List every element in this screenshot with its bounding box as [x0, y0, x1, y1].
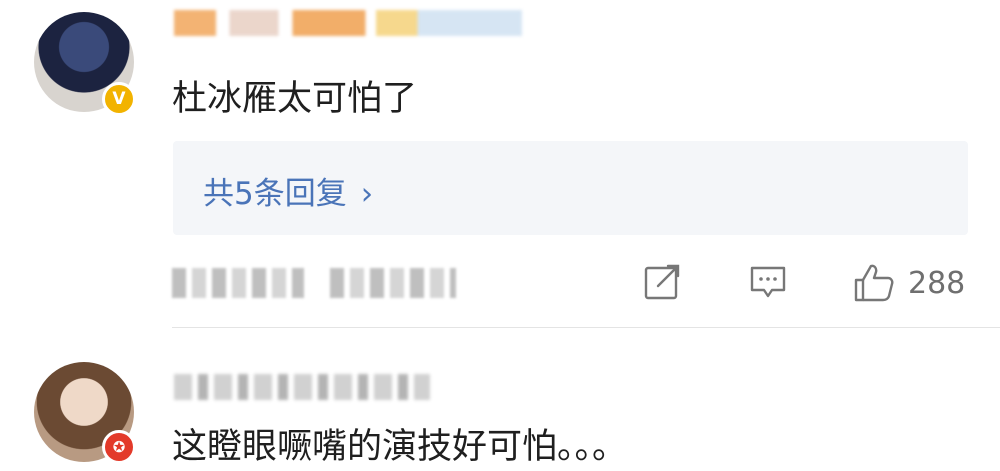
username-blurred[interactable] [174, 10, 522, 36]
comment-text: 杜冰雁太可怕了 [172, 79, 418, 119]
replies-label: 共5条回复 [203, 176, 347, 212]
like-icon [854, 264, 894, 302]
location-blurred [330, 268, 456, 298]
member-badge-icon: ✪ [102, 430, 136, 464]
username-blurred[interactable] [174, 374, 430, 400]
chevron-right-icon: › [360, 176, 374, 212]
replies-box[interactable]: 共5条回复 › [173, 141, 968, 235]
like-button[interactable]: 288 [852, 262, 965, 304]
share-icon [644, 264, 680, 300]
divider [172, 327, 1000, 328]
comment-icon [750, 266, 786, 298]
reply-button[interactable] [748, 262, 788, 302]
verified-badge-icon: V [102, 82, 136, 116]
timestamp-blurred [172, 268, 304, 298]
comment-text: 这瞪眼噘嘴的演技好可怕。。。 [172, 427, 628, 467]
view-replies-link[interactable]: 共5条回复 › [203, 168, 373, 213]
like-count: 288 [908, 265, 966, 301]
share-button[interactable] [642, 262, 682, 302]
